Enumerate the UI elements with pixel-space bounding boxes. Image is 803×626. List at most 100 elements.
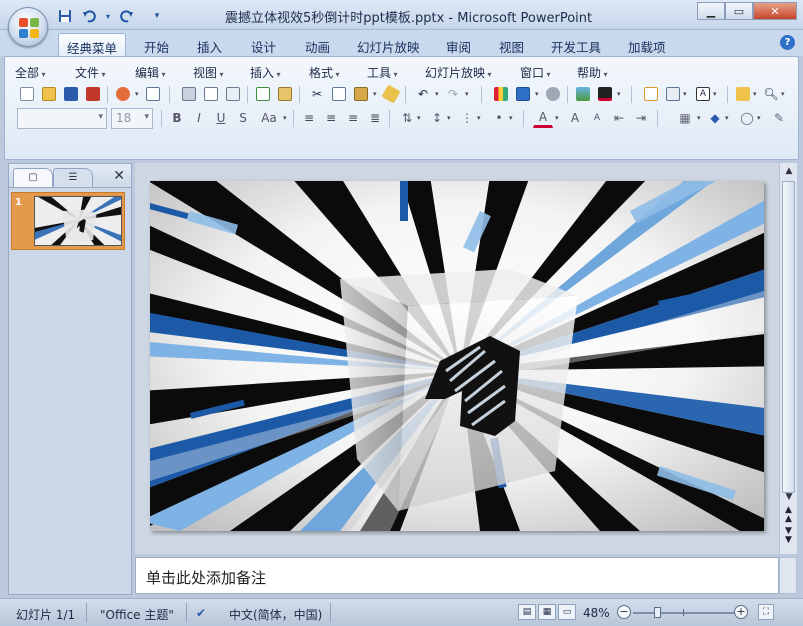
- zoom-out-icon[interactable]: −: [617, 605, 631, 619]
- menu-help[interactable]: 帮助: [577, 64, 608, 81]
- paste-icon[interactable]: [351, 84, 371, 104]
- tab-insert[interactable]: 插入: [189, 33, 230, 56]
- menu-all[interactable]: 全部: [15, 64, 46, 81]
- office-button[interactable]: [8, 7, 48, 47]
- menu-window[interactable]: 窗口: [520, 64, 551, 81]
- tab-developer[interactable]: 开发工具: [543, 33, 609, 56]
- save-file-icon[interactable]: [61, 84, 81, 104]
- redo-toolbar-icon[interactable]: ↷: [443, 84, 463, 104]
- slide-thumbnail-selected[interactable]: 1: [11, 192, 125, 250]
- menu-file[interactable]: 文件: [75, 64, 106, 81]
- permission-icon[interactable]: [113, 84, 133, 104]
- menu-edit[interactable]: 编辑: [135, 64, 166, 81]
- chart-icon[interactable]: [491, 84, 511, 104]
- find-icon[interactable]: 🔍︎: [761, 84, 781, 104]
- bullets-icon[interactable]: •: [489, 108, 509, 128]
- picture-icon[interactable]: [573, 84, 593, 104]
- print-preview-icon[interactable]: [201, 84, 221, 104]
- previous-slide-icon[interactable]: ▲ ▲: [782, 506, 795, 524]
- text-direction-icon[interactable]: ⇅: [397, 108, 417, 128]
- menu-tools[interactable]: 工具: [367, 64, 398, 81]
- shapes-icon[interactable]: [543, 84, 563, 104]
- slide-sorter-icon[interactable]: ▦: [538, 604, 556, 620]
- justify-icon[interactable]: ≣: [365, 108, 385, 128]
- fill-color-icon[interactable]: [595, 84, 615, 104]
- table-icon[interactable]: [513, 84, 533, 104]
- tab-review[interactable]: 审阅: [438, 33, 479, 56]
- arrange-icon[interactable]: ▦: [675, 108, 695, 128]
- notes-scrollbar[interactable]: [779, 557, 797, 594]
- language-status[interactable]: 中文(简体，中国): [229, 606, 322, 623]
- redo-icon[interactable]: [118, 7, 136, 25]
- bold-icon[interactable]: B: [167, 108, 187, 128]
- minimize-button[interactable]: ▁: [697, 2, 725, 20]
- format-painter-icon[interactable]: [381, 84, 401, 104]
- new-slide-icon[interactable]: [641, 84, 661, 104]
- line-spacing-icon[interactable]: ↕: [427, 108, 447, 128]
- customize-qat-icon[interactable]: ▾: [152, 7, 162, 25]
- font-size-combo[interactable]: 18: [111, 108, 153, 129]
- zoom-slider[interactable]: [633, 607, 736, 618]
- notes-pane[interactable]: 单击此处添加备注: [135, 557, 779, 594]
- save-icon[interactable]: [56, 7, 74, 25]
- tab-classic-menu[interactable]: 经典菜单: [58, 33, 127, 56]
- layout-icon[interactable]: [223, 84, 243, 104]
- zoom-slider-handle[interactable]: [653, 607, 661, 618]
- folder-icon[interactable]: [733, 84, 753, 104]
- open-icon[interactable]: [39, 84, 59, 104]
- cut-icon[interactable]: ✂: [307, 84, 327, 104]
- align-left-icon[interactable]: ≡: [299, 108, 319, 128]
- text-box-icon[interactable]: A: [693, 84, 713, 104]
- shadow-icon[interactable]: S: [233, 108, 253, 128]
- next-slide-icon[interactable]: ▼ ▼: [782, 527, 795, 545]
- scroll-down-icon[interactable]: ▼: [780, 489, 798, 505]
- zoom-level[interactable]: 48%: [583, 606, 610, 620]
- menu-insert[interactable]: 插入: [250, 64, 281, 81]
- copy-icon[interactable]: [329, 84, 349, 104]
- shrink-font-icon[interactable]: A: [587, 108, 607, 128]
- font-color-icon[interactable]: A: [533, 108, 553, 128]
- new-icon[interactable]: [17, 84, 37, 104]
- tab-view[interactable]: 视图: [491, 33, 532, 56]
- undo-toolbar-icon[interactable]: ↶: [413, 84, 433, 104]
- font-name-combo[interactable]: [17, 108, 107, 129]
- research-icon[interactable]: [275, 84, 295, 104]
- menu-slideshow[interactable]: 幻灯片放映: [425, 64, 492, 81]
- menu-view[interactable]: 视图: [193, 64, 224, 81]
- tab-slideshow[interactable]: 幻灯片放映: [349, 33, 428, 56]
- tab-addins[interactable]: 加载项: [620, 33, 674, 56]
- undo-icon[interactable]: [80, 7, 98, 25]
- slide-canvas[interactable]: [150, 181, 764, 531]
- change-case-icon[interactable]: Aa: [255, 108, 283, 128]
- close-icon[interactable]: ✕: [113, 168, 125, 184]
- tab-design[interactable]: 设计: [243, 33, 284, 56]
- spelling-icon[interactable]: [253, 84, 273, 104]
- attach-icon[interactable]: [143, 84, 163, 104]
- fit-to-window-icon[interactable]: ⛶: [758, 604, 774, 620]
- save-as-icon[interactable]: [83, 84, 103, 104]
- theme-name[interactable]: "Office 主题": [100, 606, 174, 623]
- tab-animation[interactable]: 动画: [297, 33, 338, 56]
- normal-view-icon[interactable]: ▤: [518, 604, 536, 620]
- slide-scrollbar[interactable]: ▲ ▼ ▲ ▲ ▼ ▼: [779, 163, 797, 554]
- increase-indent-icon[interactable]: ⇥: [631, 108, 651, 128]
- layout-slide-icon[interactable]: [663, 84, 683, 104]
- shape-fill-icon[interactable]: ◯: [737, 108, 757, 128]
- align-right-icon[interactable]: ≡: [343, 108, 363, 128]
- undo-dropdown-icon[interactable]: ▾: [104, 7, 112, 25]
- menu-format[interactable]: 格式: [309, 64, 340, 81]
- slides-tab-icon[interactable]: ▢: [13, 168, 53, 187]
- print-icon[interactable]: [179, 84, 199, 104]
- scroll-up-icon[interactable]: ▲: [780, 163, 798, 179]
- shape-outline-icon[interactable]: ✎: [769, 108, 789, 128]
- align-center-icon[interactable]: ≡: [321, 108, 341, 128]
- close-button[interactable]: ✕: [753, 2, 797, 20]
- maximize-button[interactable]: ▭: [725, 2, 753, 20]
- underline-icon[interactable]: U: [211, 108, 231, 128]
- quick-styles-icon[interactable]: ◆: [705, 108, 725, 128]
- scrollbar-thumb[interactable]: [782, 181, 795, 493]
- decrease-indent-icon[interactable]: ⇤: [609, 108, 629, 128]
- zoom-in-icon[interactable]: +: [734, 605, 748, 619]
- help-icon[interactable]: ?: [780, 35, 795, 50]
- italic-icon[interactable]: I: [189, 108, 209, 128]
